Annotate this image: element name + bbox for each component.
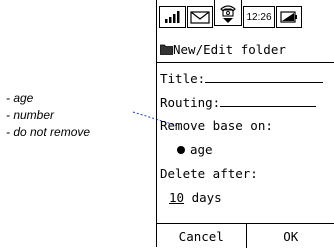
clock-time: 12:26 (246, 12, 271, 23)
signal-bars-icon (159, 6, 186, 28)
folder-icon (160, 43, 173, 55)
annotation-notes: - age - number - do not remove (6, 90, 90, 141)
routing-field-label: Routing: (160, 95, 220, 110)
remove-base-label: Remove base on: (160, 118, 273, 134)
screen-title-bar: New/Edit folder (157, 38, 334, 60)
title-field-row[interactable]: Title: (160, 70, 323, 87)
delete-after-row: 10 days (169, 190, 222, 206)
title-field-label: Title: (160, 71, 205, 86)
battery-icon (276, 6, 302, 28)
telephone-icon[interactable] (214, 0, 242, 26)
cancel-button[interactable]: Cancel (157, 224, 246, 248)
status-bar: 12:26 (157, 6, 334, 30)
remove-base-selector[interactable]: age (177, 142, 213, 158)
radio-selected-icon (177, 146, 185, 154)
title-divider (157, 62, 334, 63)
chevron-down-icon (223, 18, 233, 23)
device-screen: 12:26 New/Edit folder Title: Routing: Re… (156, 0, 334, 247)
annotation-note-number: - number (6, 107, 90, 124)
routing-input[interactable] (220, 94, 316, 107)
envelope-icon[interactable] (187, 6, 213, 28)
clock-display: 12:26 (243, 6, 275, 28)
routing-field-row[interactable]: Routing: (160, 94, 316, 111)
page-title: New/Edit folder (173, 42, 286, 57)
delete-amount-input[interactable]: 10 (169, 190, 184, 205)
delete-unit: days (192, 190, 222, 205)
button-bar: Cancel OK (157, 223, 334, 248)
annotation-note-do-not-remove: - do not remove (6, 124, 90, 141)
remove-base-value: age (190, 142, 213, 158)
ok-button[interactable]: OK (246, 224, 334, 248)
title-input[interactable] (205, 70, 323, 83)
delete-after-label: Delete after: (160, 166, 258, 182)
annotation-note-age: - age (6, 90, 90, 107)
